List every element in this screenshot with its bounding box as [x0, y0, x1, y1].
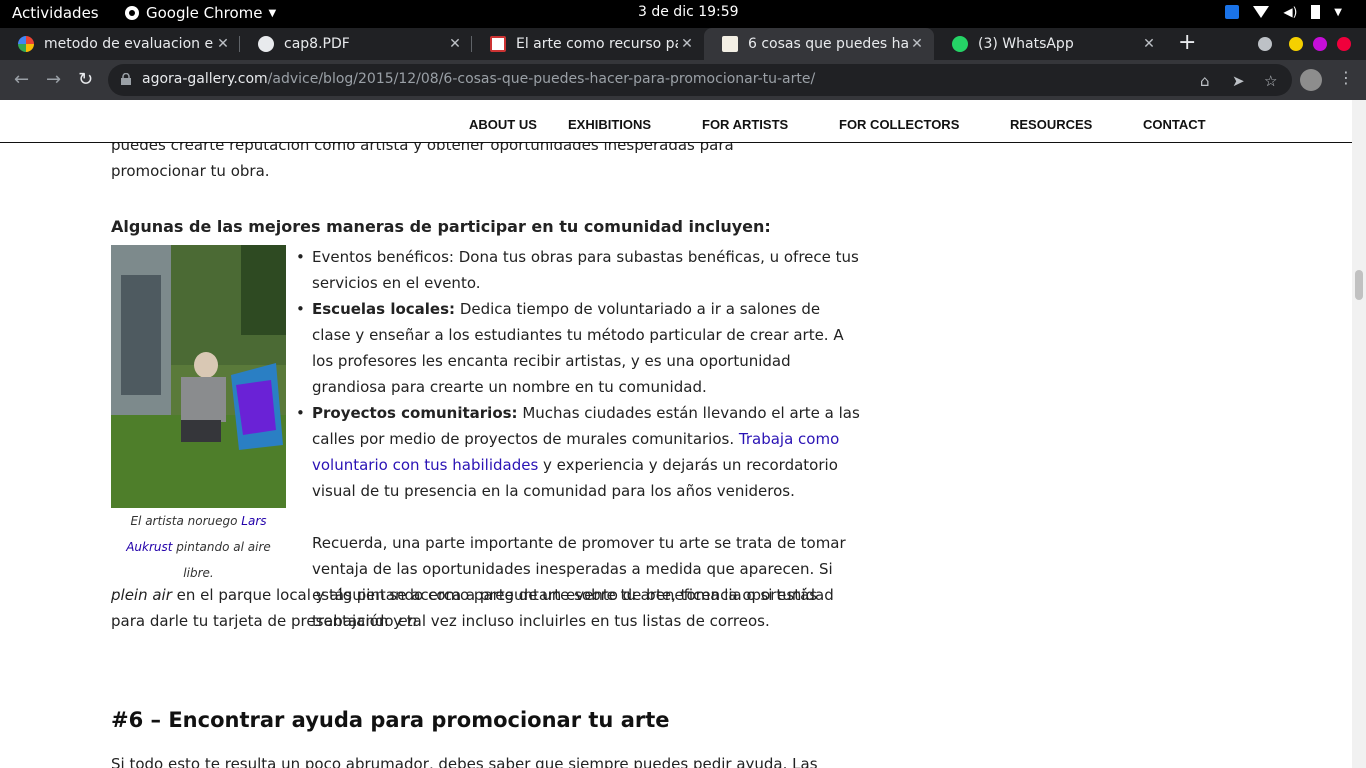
tab-whatsapp[interactable]: (3) WhatsApp ✕ [934, 28, 1166, 60]
opportunity-paragraph-cont: plein air en el parque local y alguien s… [111, 586, 834, 630]
globe-icon [258, 36, 274, 52]
nav-about-us[interactable]: ABOUT US [469, 117, 537, 132]
power-menu-icon: ▼ [1334, 6, 1342, 18]
close-tab-icon[interactable]: ✕ [908, 36, 926, 52]
artist-figure: El artista noruego Lars Aukrust pintando… [111, 245, 286, 586]
nav-for-collectors[interactable]: FOR COLLECTORS [839, 117, 959, 132]
tab-strip: metodo de evaluacion en ✕ cap8.PDF ✕ El … [0, 28, 1366, 60]
list-item: Eventos benéficos: Dona tus obras para s… [296, 244, 862, 296]
close-tab-icon[interactable]: ✕ [1140, 36, 1158, 52]
tab-arte-recurso[interactable]: El arte como recurso par ✕ [472, 28, 704, 60]
app-name: Google Chrome [146, 4, 263, 22]
nav-for-artists[interactable]: FOR ARTISTS [702, 117, 788, 132]
address-bar[interactable]: agora-gallery.com/advice/blog/2015/12/08… [108, 64, 1292, 96]
translate-icon[interactable]: ⌂ [1200, 72, 1210, 90]
close-tab-icon[interactable]: ✕ [678, 36, 696, 52]
forward-arrow-icon[interactable]: → [46, 69, 61, 90]
google-icon [18, 36, 34, 52]
scrollbar-thumb[interactable] [1355, 270, 1363, 300]
page-icon [722, 36, 738, 52]
tab-6-cosas[interactable]: 6 cosas que puedes hacer ✕ [704, 28, 934, 60]
wifi-icon [1253, 6, 1270, 18]
clock[interactable]: 3 de dic 19:59 [638, 4, 739, 20]
reload-icon[interactable]: ↻ [78, 69, 93, 90]
activities-button[interactable]: Actividades [12, 4, 99, 22]
send-icon[interactable]: ➤ [1232, 72, 1245, 90]
community-list: Eventos benéficos: Dona tus obras para s… [296, 244, 862, 504]
tab-search-icon[interactable] [1258, 37, 1272, 51]
help-paragraph: Si todo esto te resulta un poco abrumado… [111, 755, 818, 768]
close-tab-icon[interactable]: ✕ [446, 36, 464, 52]
list-item: Escuelas locales: Dedica tiempo de volun… [296, 296, 862, 400]
app-menu[interactable]: Google Chrome ▼ [124, 4, 276, 22]
battery-icon [1311, 5, 1321, 19]
bookmark-star-icon[interactable]: ☆ [1264, 72, 1277, 90]
chrome-icon [125, 6, 139, 20]
minimize-button[interactable] [1289, 37, 1303, 51]
list-item: Proyectos comunitarios: Muchas ciudades … [296, 400, 862, 504]
volume-icon: ◀) [1283, 5, 1298, 19]
dropdown-arrow-icon: ▼ [268, 7, 277, 19]
nav-resources[interactable]: RESOURCES [1010, 117, 1092, 132]
section-title: #6 – Encontrar ayuda para promocionar tu… [111, 708, 670, 732]
system-tray[interactable]: ◀) ▼ [1225, 5, 1342, 19]
system-top-bar: Actividades Google Chrome ▼ 3 de dic 19:… [0, 0, 1366, 28]
lock-icon [121, 73, 131, 85]
menu-dots-icon[interactable]: ⋮ [1338, 68, 1354, 87]
nav-exhibitions[interactable]: EXHIBITIONS [568, 117, 651, 132]
back-arrow-icon[interactable]: ← [14, 69, 29, 90]
close-window-button[interactable] [1337, 37, 1351, 51]
tab-metodo-evaluacion[interactable]: metodo de evaluacion en ✕ [0, 28, 240, 60]
page-icon [490, 36, 506, 52]
web-page: puedes crearte reputación como artista y… [0, 100, 1352, 768]
page-scrollbar[interactable] [1352, 100, 1366, 768]
sync-icon [1225, 5, 1240, 19]
maximize-button[interactable] [1313, 37, 1327, 51]
profile-avatar[interactable] [1300, 69, 1322, 91]
photo-caption: El artista noruego Lars Aukrust pintando… [126, 514, 271, 580]
browser-toolbar: ← → ↻ agora-gallery.com/advice/blog/2015… [0, 60, 1366, 100]
community-heading: Algunas de las mejores maneras de partic… [111, 217, 771, 236]
tab-cap8-pdf[interactable]: cap8.PDF ✕ [240, 28, 472, 60]
artist-painting-photo [111, 245, 286, 508]
nav-contact[interactable]: CONTACT [1143, 117, 1206, 132]
new-tab-button[interactable]: + [1178, 30, 1196, 55]
whatsapp-icon [952, 36, 968, 52]
close-tab-icon[interactable]: ✕ [214, 36, 232, 52]
url-text: agora-gallery.com/advice/blog/2015/12/08… [142, 71, 816, 87]
site-navigation: ABOUT US EXHIBITIONS FOR ARTISTS FOR COL… [0, 100, 1352, 143]
